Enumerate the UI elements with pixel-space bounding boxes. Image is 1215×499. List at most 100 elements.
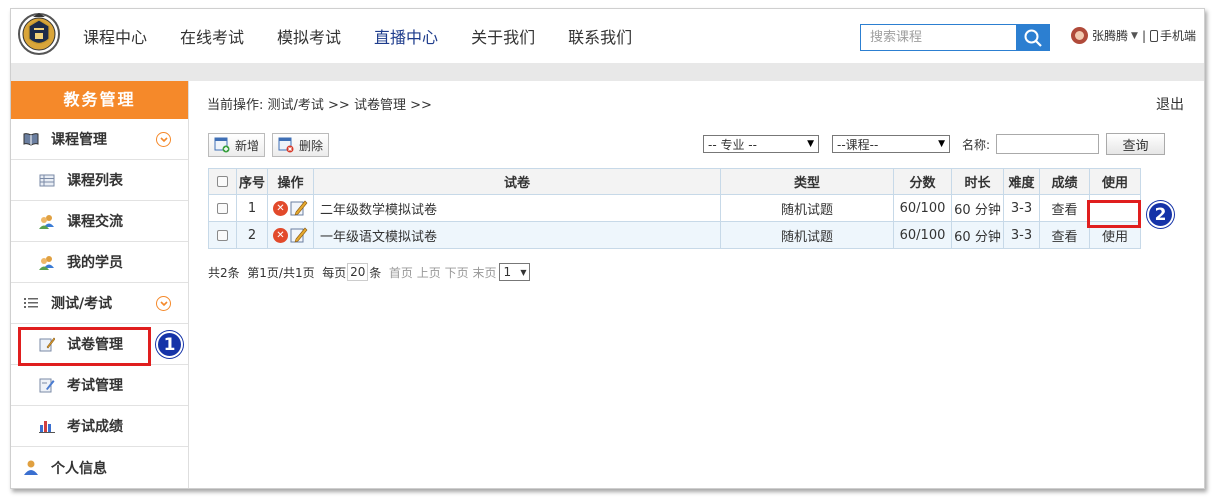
paper-table: 序号 操作 试卷 类型 分数 时长 难度 成绩 使用 1 ✕ 二年级数学模拟试卷…	[208, 168, 1141, 249]
last-page-link[interactable]: 末页	[472, 264, 496, 281]
delete-button-label: 删除	[299, 138, 324, 153]
dropdown-arrow-icon: ▼	[807, 139, 814, 149]
search-button[interactable]	[1016, 24, 1050, 51]
school-logo[interactable]	[17, 11, 61, 57]
chevron-down-icon[interactable]	[156, 296, 171, 311]
nav-online-exam[interactable]: 在线考试	[180, 24, 244, 48]
sidebar-item-my-students[interactable]: 我的学员	[11, 242, 188, 283]
app-window: 课程中心 在线考试 模拟考试 直播中心 关于我们 联系我们 张腾腾 ▼ | 手机…	[10, 8, 1205, 489]
delete-row-icon[interactable]: ✕	[273, 227, 288, 243]
add-button-label: 新增	[235, 138, 260, 153]
book-icon	[23, 131, 39, 147]
row-actions: ✕	[267, 221, 314, 249]
row-select-cell	[208, 221, 237, 249]
highlight-box-paper-management	[18, 327, 151, 366]
row-number: 1	[236, 194, 268, 222]
logout-link[interactable]: 退出	[1156, 94, 1184, 114]
search-box	[860, 24, 1050, 51]
table-row: 1 ✕ 二年级数学模拟试卷 随机试题 60/100 60 分钟 3-3 查看	[208, 194, 1141, 222]
delete-row-icon[interactable]: ✕	[273, 200, 288, 216]
page-select-value: 1	[503, 265, 512, 279]
bar-chart-icon	[39, 418, 55, 434]
paper-name[interactable]: 二年级数学模拟试卷	[313, 194, 721, 222]
first-page-link[interactable]: 首页	[389, 264, 413, 281]
column-header: 成绩	[1039, 168, 1090, 195]
paper-duration: 60 分钟	[951, 221, 1004, 249]
name-label: 名称:	[962, 137, 991, 152]
nav-course-center[interactable]: 课程中心	[83, 24, 147, 48]
select-all-header[interactable]	[208, 168, 237, 195]
query-button[interactable]: 查询	[1106, 133, 1166, 155]
row-number: 2	[236, 221, 268, 249]
nav-live-center[interactable]: 直播中心	[374, 24, 438, 48]
sidebar-item-label: 个人信息	[51, 460, 107, 477]
paper-type: 随机试题	[720, 221, 894, 249]
per-page-label: 每页	[322, 265, 347, 280]
sidebar: 教务管理 课程管理 课程列表 课程交流 我的学员 测试/考试 试卷管理 考试管理…	[11, 81, 189, 488]
caret-down-icon[interactable]: ▼	[1131, 31, 1138, 41]
column-header: 操作	[267, 168, 314, 195]
sidebar-item-label: 课程交流	[67, 214, 123, 230]
delete-icon	[278, 137, 294, 153]
column-header: 使用	[1089, 168, 1141, 195]
menu-icon	[23, 295, 39, 311]
page-select[interactable]: 1 ▼	[499, 263, 531, 281]
sidebar-item-label: 我的学员	[67, 255, 123, 271]
chevron-down-icon[interactable]	[156, 132, 171, 147]
user-area: 张腾腾 ▼ | 手机端	[1071, 27, 1196, 44]
column-header: 试卷	[313, 168, 721, 195]
major-select[interactable]: -- 专业 -- ▼	[703, 135, 819, 153]
sidebar-item-label: 课程管理	[51, 132, 107, 148]
delete-button[interactable]: 删除	[272, 133, 330, 157]
sidebar-item-exam-results[interactable]: 考试成绩	[11, 406, 188, 447]
main-nav: 课程中心 在线考试 模拟考试 直播中心 关于我们 联系我们	[83, 9, 665, 63]
column-header: 类型	[720, 168, 894, 195]
row-checkbox[interactable]	[217, 229, 228, 241]
course-select[interactable]: --课程-- ▼	[832, 135, 950, 153]
view-results-link[interactable]: 查看	[1039, 221, 1090, 249]
sidebar-item-label: 测试/考试	[51, 296, 113, 312]
divider: |	[1141, 28, 1146, 43]
dropdown-arrow-icon: ▼	[520, 267, 527, 277]
sidebar-item-personal-info[interactable]: 个人信息	[11, 447, 188, 488]
column-header: 分数	[893, 168, 952, 195]
next-page-link[interactable]: 下页	[445, 264, 469, 281]
add-button[interactable]: 新增	[208, 133, 266, 157]
toolbar: 新增 删除	[208, 133, 336, 157]
step-badge-2: 2	[1147, 201, 1174, 228]
per-page-input[interactable]: 20	[347, 263, 369, 281]
sidebar-item-test-exam[interactable]: 测试/考试	[11, 283, 188, 324]
paper-score: 60/100	[893, 221, 952, 249]
mobile-link[interactable]: 手机端	[1160, 27, 1196, 44]
top-header: 课程中心 在线考试 模拟考试 直播中心 关于我们 联系我们 张腾腾 ▼ | 手机…	[11, 9, 1204, 63]
paper-difficulty: 3-3	[1003, 194, 1040, 222]
edit-row-icon[interactable]	[290, 199, 308, 217]
nav-contact-us[interactable]: 联系我们	[568, 24, 632, 48]
user-name[interactable]: 张腾腾	[1092, 27, 1128, 44]
highlight-box-view-results	[1087, 200, 1141, 228]
search-icon	[1024, 29, 1042, 47]
main-content: 当前操作: 测试/考试 >> 试卷管理 >> 退出 新增 删除 -- 专业 --…	[197, 81, 1204, 488]
nav-about-us[interactable]: 关于我们	[471, 24, 535, 48]
pagination: 共2条 第1页/共1页 每页 20 条 首页 上页 下页 末页 1 ▼	[208, 263, 531, 281]
add-icon	[214, 137, 230, 153]
per-page-unit: 条	[369, 265, 382, 280]
edit-row-icon[interactable]	[290, 226, 308, 244]
sidebar-item-course-list[interactable]: 课程列表	[11, 160, 188, 201]
view-results-link[interactable]: 查看	[1039, 194, 1090, 222]
paper-name[interactable]: 一年级语文模拟试卷	[313, 221, 721, 249]
search-input[interactable]	[860, 24, 1016, 51]
row-checkbox[interactable]	[217, 202, 228, 214]
sidebar-item-course-management[interactable]: 课程管理	[11, 119, 188, 160]
filter-bar: -- 专业 -- ▼ --课程-- ▼ 名称: 查询	[703, 133, 1166, 155]
sidebar-item-course-discussion[interactable]: 课程交流	[11, 201, 188, 242]
prev-page-link[interactable]: 上页	[417, 264, 441, 281]
nav-mock-exam[interactable]: 模拟考试	[277, 24, 341, 48]
name-field[interactable]	[996, 134, 1100, 154]
avatar[interactable]	[1071, 27, 1088, 44]
sidebar-item-exam-management[interactable]: 考试管理	[11, 365, 188, 406]
step-badge-1: 1	[156, 331, 183, 358]
select-all-checkbox[interactable]	[217, 176, 228, 187]
paper-difficulty: 3-3	[1003, 221, 1040, 249]
row-select-cell	[208, 194, 237, 222]
